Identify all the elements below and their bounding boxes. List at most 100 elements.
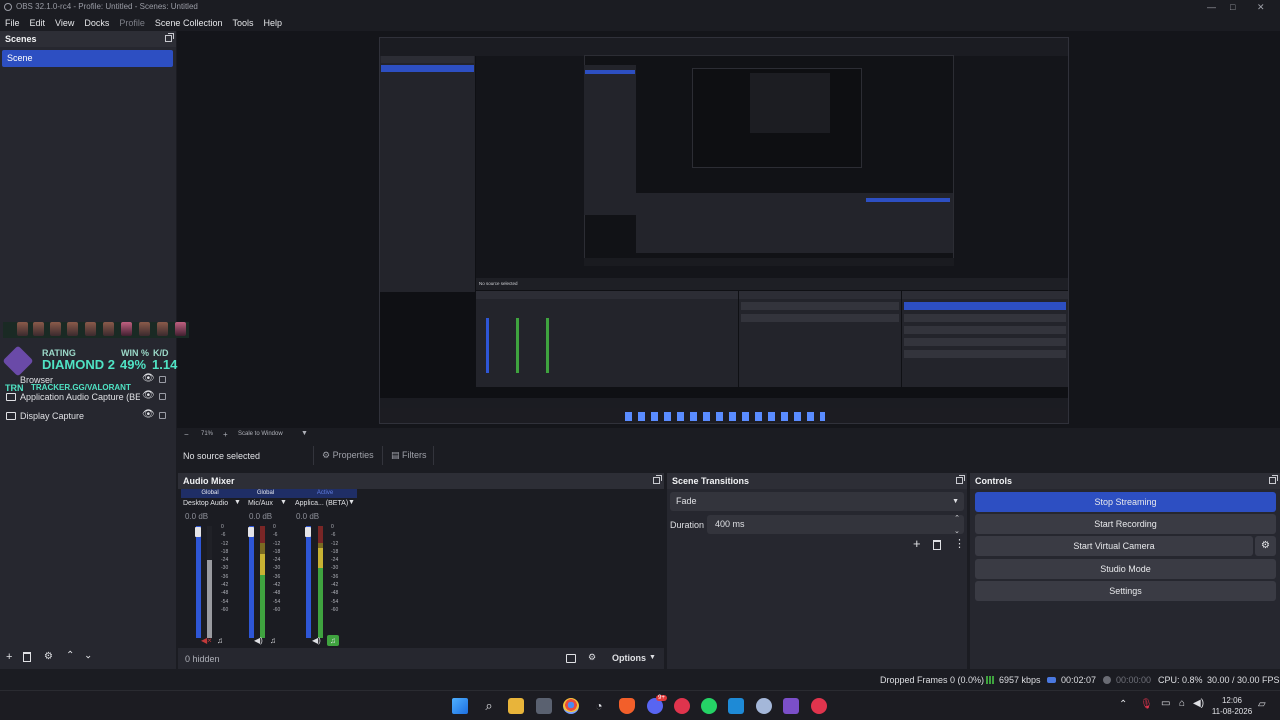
obs-taskbar-icon[interactable]: [756, 698, 772, 714]
network-icon[interactable]: ⌂: [1179, 698, 1185, 709]
lock-icon[interactable]: [159, 376, 166, 383]
chevron-down-icon[interactable]: ▼: [348, 499, 355, 506]
windows-taskbar: ⌕ ◔ 9+ ⌃ 🎙 ▭ ⌂ ◀) 12:06 11-08-2026 ▱: [0, 690, 1280, 720]
chrome-icon[interactable]: [563, 698, 579, 714]
properties-button[interactable]: ⚙ Properties: [313, 446, 377, 465]
minimize-button[interactable]: —: [1207, 0, 1216, 14]
clock-time[interactable]: 12:06: [1211, 696, 1253, 705]
file-explorer-icon[interactable]: [508, 698, 524, 714]
chevron-down-icon[interactable]: ▼: [280, 499, 287, 506]
move-up-icon[interactable]: ⌃: [66, 650, 74, 661]
preview-toolbar: − 71% + Scale to Window ▼: [177, 429, 1280, 440]
source-item[interactable]: Display Capture 👁: [0, 409, 176, 423]
clock-date[interactable]: 11-08-2026: [1211, 707, 1253, 716]
brave-icon[interactable]: [619, 698, 635, 714]
filters-label: Filters: [402, 450, 427, 460]
move-down-icon[interactable]: ⌃: [84, 648, 92, 659]
status-bar: Dropped Frames 0 (0.0%) 6957 kbps 00:02:…: [0, 671, 1280, 689]
settings-button[interactable]: Settings: [975, 581, 1276, 601]
bitrate: 6957 kbps: [999, 675, 1041, 685]
mic-icon[interactable]: 🎙: [1140, 699, 1153, 710]
eye-icon[interactable]: 👁: [142, 409, 155, 420]
more-vertical-icon[interactable]: ⋮: [954, 537, 965, 550]
add-scene-icon[interactable]: +: [6, 651, 12, 663]
monitor-headphones-icon[interactable]: ♫: [327, 635, 339, 646]
undock-icon[interactable]: [1269, 475, 1278, 484]
volume-icon[interactable]: ◀): [1193, 698, 1204, 709]
layout-icon[interactable]: [566, 654, 576, 663]
vscode-icon[interactable]: [728, 698, 744, 714]
scene-list-item[interactable]: Scene: [2, 50, 173, 67]
channel-tag: Active: [293, 489, 357, 498]
scene-transitions-title: Scene Transitions: [667, 473, 967, 489]
riot-icon[interactable]: [811, 698, 827, 714]
valorant-icon[interactable]: [674, 698, 690, 714]
add-transition-icon[interactable]: +: [913, 536, 921, 551]
notification-badge: 9+: [656, 695, 667, 701]
advanced-audio-icon[interactable]: ⚙: [588, 652, 596, 663]
duration-input[interactable]: 400 ms ⌃ ⌃: [707, 515, 964, 534]
menu-profile[interactable]: Profile: [119, 18, 145, 28]
menu-scene-collection[interactable]: Scene Collection: [155, 18, 223, 28]
remove-scene-icon[interactable]: [23, 652, 31, 662]
audio-mixer-title-text: Audio Mixer: [183, 476, 235, 486]
hidden-count: 0 hidden: [185, 654, 220, 664]
start-icon[interactable]: [452, 698, 468, 714]
channel-name: Applica... (BETA): [295, 500, 349, 507]
zoom-out-button[interactable]: −: [184, 430, 189, 439]
volume-fader[interactable]: [248, 527, 254, 537]
speedometer-icon[interactable]: ◔: [591, 698, 607, 714]
overlay-win-value: 49%: [120, 357, 147, 372]
remove-transition-icon[interactable]: [933, 540, 941, 550]
source-item[interactable]: Application Audio Capture (BET 👁: [0, 390, 176, 404]
undock-icon[interactable]: [956, 475, 965, 484]
eye-icon[interactable]: 👁: [142, 373, 155, 384]
menu-edit[interactable]: Edit: [30, 18, 46, 28]
channel-volume-db: 0.0 dB: [296, 512, 320, 521]
options-button[interactable]: Options: [612, 653, 646, 663]
menu-file[interactable]: File: [5, 18, 20, 28]
gear-icon[interactable]: ⚙: [44, 651, 53, 662]
volume-meter: [306, 526, 311, 638]
start-recording-button[interactable]: Start Recording: [975, 514, 1276, 534]
menu-docks[interactable]: Docks: [84, 18, 109, 28]
tray-chevron-icon[interactable]: ⌃: [1119, 699, 1127, 710]
obs-logo-icon: [4, 3, 12, 11]
filters-button[interactable]: ▤ Filters: [382, 446, 434, 465]
db-scale: 0 -6 -12 -18 -24 -30 -36 -42 -48 -54 -60: [221, 524, 229, 613]
lock-icon[interactable]: [159, 393, 166, 400]
stop-streaming-button[interactable]: Stop Streaming: [975, 492, 1276, 512]
source-item[interactable]: Browser 👁: [0, 373, 176, 387]
maximize-button[interactable]: □: [1230, 0, 1235, 14]
zoom-in-button[interactable]: +: [223, 430, 228, 439]
monitor-headphones-icon[interactable]: ♫: [217, 636, 223, 645]
eye-icon[interactable]: 👁: [142, 390, 155, 401]
volume-fader[interactable]: [195, 527, 201, 537]
menu-view[interactable]: View: [55, 18, 74, 28]
undock-icon[interactable]: [165, 33, 174, 42]
window-title: OBS 32.1.0-rc4 - Profile: Untitled - Sce…: [16, 2, 198, 11]
virtual-camera-settings-icon[interactable]: ⚙: [1255, 536, 1276, 556]
undock-icon[interactable]: [653, 475, 662, 484]
muted-speaker-icon[interactable]: ◀×: [201, 636, 212, 645]
lock-icon[interactable]: [159, 412, 166, 419]
store-icon[interactable]: [536, 698, 552, 714]
whatsapp-icon[interactable]: [701, 698, 717, 714]
close-button[interactable]: ✕: [1257, 0, 1265, 14]
start-virtual-camera-button[interactable]: Start Virtual Camera: [975, 536, 1253, 556]
volume-fader[interactable]: [305, 527, 311, 537]
menu-tools[interactable]: Tools: [232, 18, 253, 28]
app-icon[interactable]: [783, 698, 799, 714]
monitor-headphones-icon[interactable]: ♫: [270, 636, 276, 645]
scale-mode-select[interactable]: Scale to Window: [238, 431, 283, 437]
scene-transitions-title-text: Scene Transitions: [672, 476, 750, 486]
language-icon[interactable]: ▭: [1161, 698, 1170, 709]
search-icon[interactable]: ⌕: [481, 698, 497, 714]
speaker-icon[interactable]: ◀): [254, 636, 263, 645]
speaker-icon[interactable]: ◀): [312, 636, 321, 645]
notifications-icon[interactable]: ▱: [1258, 699, 1266, 710]
transition-select[interactable]: Fade ▼: [670, 492, 964, 511]
chevron-down-icon[interactable]: ▼: [301, 430, 308, 437]
studio-mode-button[interactable]: Studio Mode: [975, 559, 1276, 579]
menu-help[interactable]: Help: [263, 18, 282, 28]
